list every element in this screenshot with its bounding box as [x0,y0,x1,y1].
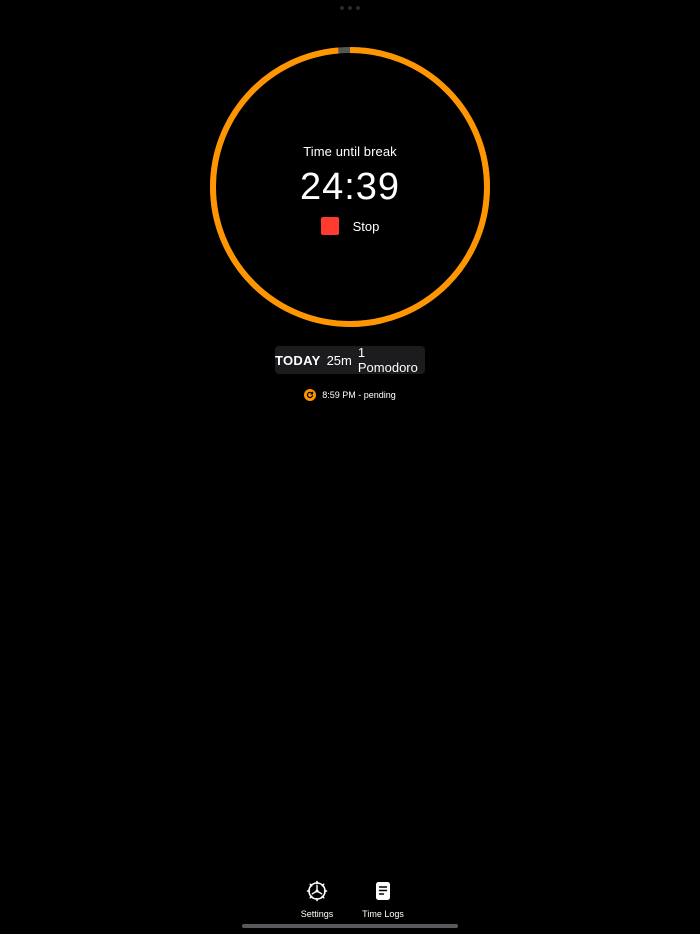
stop-icon [320,217,339,235]
tab-bar: Settings Time Logs [0,880,700,919]
tab-time-logs-label: Time Logs [362,909,404,919]
stop-button-label: Stop [352,218,380,234]
timer-label: Time until break [303,144,397,159]
today-label: TODAY [275,352,321,368]
home-indicator[interactable] [242,924,458,928]
tab-settings-label: Settings [300,909,334,919]
document-icon [372,880,394,902]
tab-time-logs[interactable]: Time Logs [362,880,404,919]
log-entry-text: 8:59 PM - pending [322,390,396,400]
tab-settings[interactable]: Settings [297,880,337,919]
timer-display: Time until break 24:39 Stop [205,42,495,332]
log-entry: 8:59 PM - pending [0,389,700,401]
refresh-icon [304,389,317,401]
today-pomodoro-count: 1 Pomodoro [357,345,418,375]
gear-icon [306,880,328,902]
multitasking-indicator[interactable] [340,6,360,10]
pomodoro-screen: Time until break 24:39 Stop TODAY 25m 1 … [0,0,700,934]
timer-countdown: 24:39 [299,166,401,208]
today-duration: 25m [326,352,352,368]
stop-button[interactable]: Stop [320,217,380,235]
today-summary-badge: TODAY 25m 1 Pomodoro [275,345,425,375]
